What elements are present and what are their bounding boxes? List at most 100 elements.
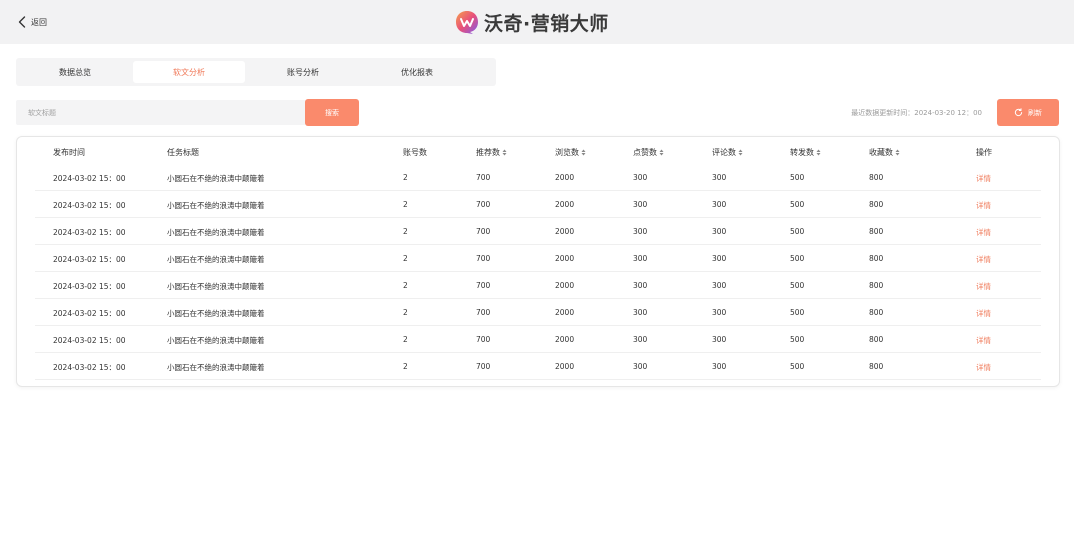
cell-recommend-count: 700: [476, 254, 491, 263]
brand-logo-icon: [456, 11, 478, 34]
cell-favorite-count: 800: [869, 335, 884, 344]
cell-comment-count: 300: [712, 335, 727, 344]
update-time: 最近数据更新时间：2024-03-20 12：00: [851, 109, 982, 117]
header-label: 点赞数: [633, 148, 657, 157]
cell-publish-time: 2024-03-02 15：00: [53, 336, 126, 345]
cell-favorite-count: 800: [869, 200, 884, 209]
cell-comment-count: 300: [712, 200, 727, 209]
cell-share-count: 500: [790, 254, 805, 263]
header-actions: 操作: [976, 147, 992, 158]
cell-share-count: 500: [790, 281, 805, 290]
table-header: 发布时间 任务标题 账号数 推荐数 浏览数 点赞数 评论数 转发数 收藏数 操作: [17, 137, 1059, 164]
cell-view-count: 2000: [555, 200, 575, 209]
search-button[interactable]: 搜索: [305, 99, 359, 126]
cell-favorite-count: 800: [869, 227, 884, 236]
header-favorite-count[interactable]: 收藏数: [869, 147, 900, 158]
cell-like-count: 300: [633, 254, 648, 263]
cell-share-count: 500: [790, 308, 805, 317]
tab-article-analysis[interactable]: 软文分析: [133, 61, 245, 83]
header-task-title: 任务标题: [167, 147, 199, 158]
cell-task-title: 小圆石在不绝的浪涛中颠簸着: [167, 309, 265, 318]
cell-publish-time: 2024-03-02 15：00: [53, 363, 126, 372]
refresh-icon: [1014, 108, 1023, 117]
cell-comment-count: 300: [712, 254, 727, 263]
tab-optimization-report[interactable]: 优化报表: [361, 61, 473, 83]
cell-publish-time: 2024-03-02 15：00: [53, 201, 126, 210]
tab-account-analysis[interactable]: 账号分析: [247, 61, 359, 83]
sort-icon[interactable]: [895, 149, 900, 156]
cell-task-title: 小圆石在不绝的浪涛中颠簸着: [167, 228, 265, 237]
sort-icon[interactable]: [659, 149, 664, 156]
cell-comment-count: 300: [712, 362, 727, 371]
cell-task-title: 小圆石在不绝的浪涛中颠簸着: [167, 336, 265, 345]
sort-icon[interactable]: [581, 149, 586, 156]
search-input[interactable]: [16, 100, 306, 125]
cell-like-count: 300: [633, 200, 648, 209]
header-label: 转发数: [790, 148, 814, 157]
brand: 沃奇·营销大师: [454, 8, 609, 36]
header-label: 推荐数: [476, 148, 500, 157]
header-comment-count[interactable]: 评论数: [712, 147, 743, 158]
sort-icon[interactable]: [502, 149, 507, 156]
tab-data-overview[interactable]: 数据总览: [19, 61, 131, 83]
back-button[interactable]: 返回: [18, 15, 47, 29]
cell-recommend-count: 700: [476, 362, 491, 371]
table-row: 2024-03-02 15：00 小圆石在不绝的浪涛中颠簸着 2 700 2000 300…: [35, 326, 1041, 353]
cell-account-count: 2: [403, 173, 408, 182]
table-row: 2024-03-02 15：00 小圆石在不绝的浪涛中颠簸着 2 700 2000 300…: [35, 245, 1041, 272]
sort-icon[interactable]: [738, 149, 743, 156]
table-row: 2024-03-02 15：00 小圆石在不绝的浪涛中颠簸着 2 700 2000 300…: [35, 272, 1041, 299]
table-row: 2024-03-02 15：00 小圆石在不绝的浪涛中颠簸着 2 700 2000 300…: [35, 218, 1041, 245]
cell-view-count: 2000: [555, 335, 575, 344]
sort-icon[interactable]: [816, 149, 821, 156]
cell-publish-time: 2024-03-02 15：00: [53, 309, 126, 318]
cell-recommend-count: 700: [476, 281, 491, 290]
cell-account-count: 2: [403, 335, 408, 344]
cell-task-title: 小圆石在不绝的浪涛中颠簸着: [167, 255, 265, 264]
cell-publish-time: 2024-03-02 15：00: [53, 282, 126, 291]
detail-link[interactable]: 详情: [976, 200, 991, 211]
cell-publish-time: 2024-03-02 15：00: [53, 255, 126, 264]
cell-favorite-count: 800: [869, 254, 884, 263]
cell-share-count: 500: [790, 200, 805, 209]
cell-like-count: 300: [633, 173, 648, 182]
cell-view-count: 2000: [555, 308, 575, 317]
header-like-count[interactable]: 点赞数: [633, 147, 664, 158]
cell-view-count: 2000: [555, 173, 575, 182]
header-share-count[interactable]: 转发数: [790, 147, 821, 158]
cell-task-title: 小圆石在不绝的浪涛中颠簸着: [167, 363, 265, 372]
detail-link[interactable]: 详情: [976, 281, 991, 292]
cell-recommend-count: 700: [476, 200, 491, 209]
cell-publish-time: 2024-03-02 15：00: [53, 174, 126, 183]
cell-favorite-count: 800: [869, 173, 884, 182]
chevron-left-icon: [18, 16, 26, 28]
brand-name: 沃奇·营销大师: [484, 12, 609, 35]
detail-link[interactable]: 详情: [976, 335, 991, 346]
header-label: 发布时间: [53, 148, 85, 157]
cell-share-count: 500: [790, 362, 805, 371]
back-label: 返回: [31, 17, 47, 27]
cell-recommend-count: 700: [476, 173, 491, 182]
detail-link[interactable]: 详情: [976, 308, 991, 319]
cell-comment-count: 300: [712, 308, 727, 317]
cell-recommend-count: 700: [476, 308, 491, 317]
header-view-count[interactable]: 浏览数: [555, 147, 586, 158]
article-table: 发布时间 任务标题 账号数 推荐数 浏览数 点赞数 评论数 转发数 收藏数 操作 2024-03-…: [16, 136, 1060, 387]
detail-link[interactable]: 详情: [976, 362, 991, 373]
refresh-button[interactable]: 刷新: [997, 99, 1059, 126]
cell-task-title: 小圆石在不绝的浪涛中颠簸着: [167, 201, 265, 210]
cell-like-count: 300: [633, 362, 648, 371]
detail-link[interactable]: 详情: [976, 173, 991, 184]
cell-account-count: 2: [403, 200, 408, 209]
detail-link[interactable]: 详情: [976, 254, 991, 265]
header-label: 评论数: [712, 148, 736, 157]
cell-favorite-count: 800: [869, 308, 884, 317]
cell-like-count: 300: [633, 335, 648, 344]
header-publish-time: 发布时间: [53, 147, 85, 158]
cell-recommend-count: 700: [476, 227, 491, 236]
cell-account-count: 2: [403, 227, 408, 236]
cell-like-count: 300: [633, 227, 648, 236]
table-row: 2024-03-02 15：00 小圆石在不绝的浪涛中颠簸着 2 700 2000 300…: [35, 191, 1041, 218]
detail-link[interactable]: 详情: [976, 227, 991, 238]
header-recommend-count[interactable]: 推荐数: [476, 147, 507, 158]
